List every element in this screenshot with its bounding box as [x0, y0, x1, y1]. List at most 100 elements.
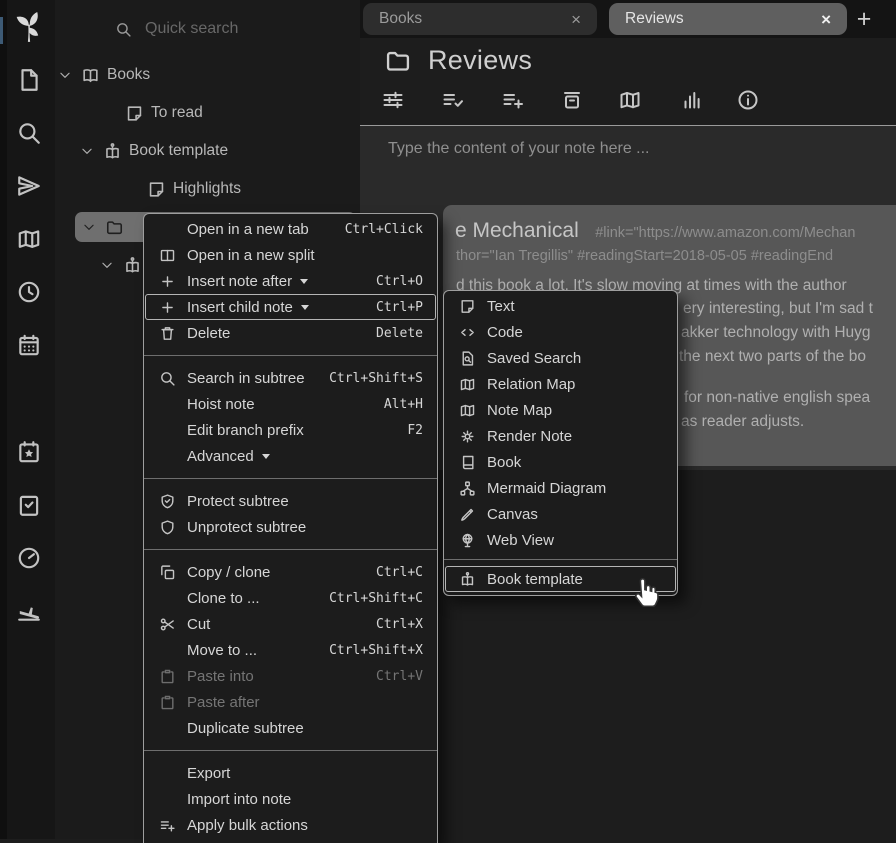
list-plus-icon	[153, 817, 181, 834]
task-list-icon[interactable]	[16, 492, 42, 518]
jump-to-note-icon[interactable]	[16, 173, 42, 199]
tab-label: Reviews	[625, 10, 684, 28]
note-title[interactable]: Reviews	[428, 45, 532, 76]
menu-item-search-in-subtree[interactable]: Search in subtree Ctrl+Shift+S	[145, 365, 436, 391]
trash-icon	[153, 325, 181, 342]
book-open-icon	[81, 66, 100, 85]
collection-properties-archive-icon[interactable]	[560, 88, 584, 112]
close-icon[interactable]: ×	[817, 9, 835, 30]
chevron-down-icon[interactable]	[82, 220, 96, 234]
menu-item-advanced[interactable]: Advanced	[145, 443, 436, 469]
menu-item-insert-note-after[interactable]: Insert note after Ctrl+O	[145, 268, 436, 294]
travel-plane-icon[interactable]	[16, 598, 42, 624]
menu-item-open-in-new-split[interactable]: Open in a new split	[145, 242, 436, 268]
owned-attributes-list-check-icon[interactable]	[441, 88, 465, 112]
search-icon[interactable]	[16, 120, 42, 146]
launcher-rail	[0, 0, 55, 839]
submenu-item-canvas[interactable]: Canvas	[445, 501, 676, 527]
card-note-title[interactable]: e Mechanical	[455, 219, 579, 242]
book-template-icon	[103, 142, 122, 161]
quick-search-icon	[115, 21, 132, 38]
submenu-item-relation-map[interactable]: Relation Map	[445, 371, 676, 397]
tree-item-book-template[interactable]: Book template	[80, 136, 228, 166]
menu-item-delete[interactable]: Delete Delete	[145, 320, 436, 346]
tab-books[interactable]: Books ×	[363, 3, 597, 35]
tree-item-label: Book template	[129, 142, 228, 160]
menu-item-move-to[interactable]: Move to ... Ctrl+Shift+X	[145, 637, 436, 663]
plus-icon	[153, 273, 181, 290]
submenu-item-render-note[interactable]: Render Note	[445, 423, 676, 449]
tab-reviews[interactable]: Reviews ×	[609, 3, 847, 35]
close-icon[interactable]: ×	[567, 9, 585, 30]
menu-item-open-in-new-tab[interactable]: Open in a new tab Ctrl+Click	[145, 216, 436, 242]
menu-item-unprotect-subtree[interactable]: Unprotect subtree	[145, 514, 436, 540]
menu-divider	[144, 478, 437, 479]
today-journal-icon[interactable]	[16, 439, 42, 465]
menu-item-export[interactable]: Export	[145, 760, 436, 786]
tree-item-label: Books	[107, 66, 150, 84]
book-template-icon	[453, 571, 481, 588]
submenu-item-mermaid-diagram[interactable]: Mermaid Diagram	[445, 475, 676, 501]
folder-icon[interactable]	[384, 47, 412, 75]
note-type-submenu: Text Code Saved Search Relation Map Note…	[443, 290, 678, 596]
chevron-down-icon[interactable]	[58, 68, 72, 82]
paste-icon	[153, 668, 181, 685]
note-icon	[453, 298, 481, 315]
shield-icon	[153, 519, 181, 536]
note-icon	[125, 104, 144, 123]
recent-changes-icon[interactable]	[16, 279, 42, 305]
menu-item-copy-clone[interactable]: Copy / clone Ctrl+C	[145, 559, 436, 585]
tree-item-label: To read	[151, 104, 203, 122]
chevron-down-icon[interactable]	[80, 144, 94, 158]
submenu-item-text[interactable]: Text	[445, 293, 676, 319]
chevron-down-icon[interactable]	[100, 258, 114, 272]
folder-icon	[105, 218, 124, 237]
basic-properties-sliders-icon[interactable]	[381, 88, 405, 112]
submenu-item-book[interactable]: Book	[445, 449, 676, 475]
submenu-item-web-view[interactable]: Web View	[445, 527, 676, 553]
menu-item-edit-branch-prefix[interactable]: Edit branch prefix F2	[145, 417, 436, 443]
new-tab-button[interactable]: +	[848, 4, 880, 34]
menu-item-duplicate-subtree[interactable]: Duplicate subtree	[145, 715, 436, 741]
note-map-icon[interactable]	[16, 226, 42, 252]
menu-item-apply-bulk-actions[interactable]: Apply bulk actions	[145, 812, 436, 838]
similar-notes-bar-chart-icon[interactable]	[680, 88, 704, 112]
menu-item-import-into-note[interactable]: Import into note	[145, 786, 436, 812]
menu-item-paste-after[interactable]: Paste after	[145, 689, 436, 715]
trilium-logo-icon[interactable]	[10, 8, 48, 46]
ribbon-toolbar	[360, 88, 896, 122]
editor-placeholder: Type the content of your note here ...	[388, 140, 650, 158]
submenu-item-note-map[interactable]: Note Map	[445, 397, 676, 423]
menu-item-insert-child-note[interactable]: Insert child note Ctrl+P	[145, 294, 436, 320]
card-paragraph-line: for non-native english spea	[684, 389, 870, 407]
menu-item-hoist-note[interactable]: Hoist note Alt+H	[145, 391, 436, 417]
menu-item-cut[interactable]: Cut Ctrl+X	[145, 611, 436, 637]
code-icon	[453, 324, 481, 341]
tree-item-to-read[interactable]: To read	[125, 98, 203, 128]
submenu-item-code[interactable]: Code	[445, 319, 676, 345]
inherited-attributes-list-plus-icon[interactable]	[501, 88, 525, 112]
caret-down-icon	[300, 279, 308, 284]
menu-item-clone-to[interactable]: Clone to ... Ctrl+Shift+C	[145, 585, 436, 611]
map-icon	[453, 402, 481, 419]
dashboard-icon[interactable]	[16, 545, 42, 571]
calendar-icon[interactable]	[16, 332, 42, 358]
tree-item-books[interactable]: Books	[58, 60, 150, 90]
card-attributes: #link="https://www.amazon.com/Mechan	[595, 225, 855, 241]
submenu-item-saved-search[interactable]: Saved Search	[445, 345, 676, 371]
book-template-icon	[123, 256, 142, 275]
network-diagram-icon	[453, 480, 481, 497]
tree-item-highlights[interactable]: Highlights	[147, 174, 241, 204]
menu-divider	[444, 559, 677, 560]
paste-icon	[153, 694, 181, 711]
file-find-icon	[453, 350, 481, 367]
caret-down-icon	[301, 305, 309, 310]
note-map-icon[interactable]	[618, 88, 642, 112]
note-info-icon[interactable]	[736, 88, 760, 112]
note-icon	[147, 180, 166, 199]
caret-down-icon	[262, 454, 270, 459]
menu-item-paste-into[interactable]: Paste into Ctrl+V	[145, 663, 436, 689]
tree-item-child-template[interactable]	[100, 250, 149, 280]
menu-item-protect-subtree[interactable]: Protect subtree	[145, 488, 436, 514]
new-note-icon[interactable]	[16, 67, 42, 93]
